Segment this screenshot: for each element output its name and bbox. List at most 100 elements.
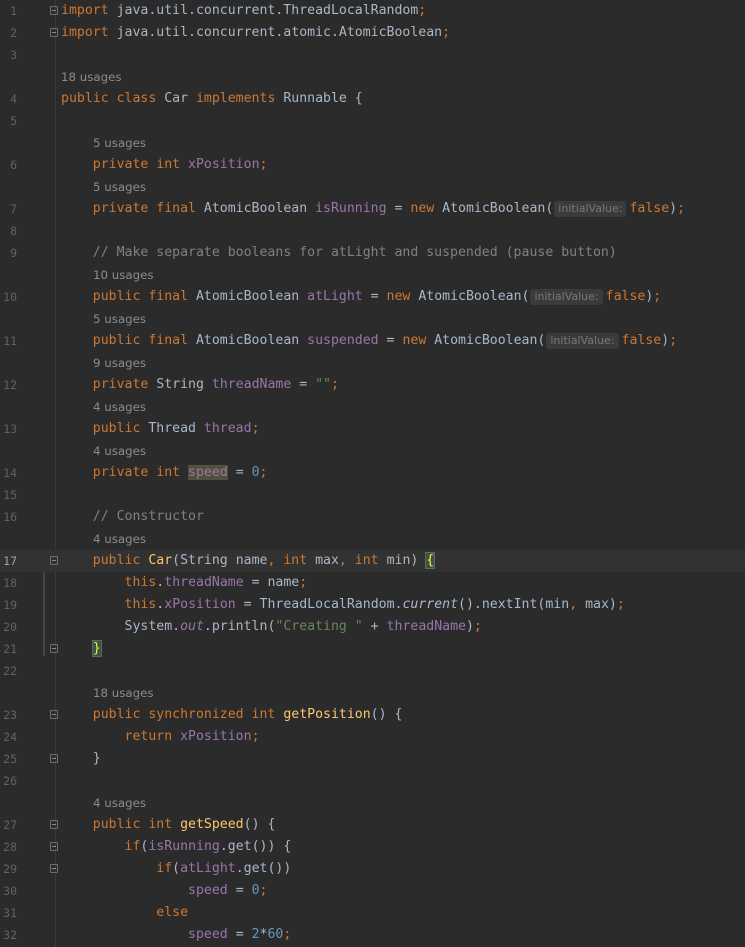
code-editor[interactable]: 1 import java.util.concurrent.ThreadLocal… [0,0,745,947]
code-line[interactable]: 7 private final AtomicBoolean isRunning … [0,198,745,220]
code-text[interactable]: speed = 2*60; [61,924,291,946]
code-line[interactable]: 31 else [0,902,745,924]
fold-marker-icon[interactable] [50,6,58,15]
code-line[interactable]: 25 } [0,748,745,770]
line-number: 29 [3,862,17,876]
fold-marker-icon[interactable] [50,644,58,653]
code-line[interactable]: 14 private int speed = 0; [0,462,745,484]
code-line[interactable]: 24 return xPosition; [0,726,745,748]
usages-link[interactable]: 9 usages [93,352,146,374]
code-line[interactable]: 28 if(isRunning.get()) { [0,836,745,858]
usages-link[interactable]: 5 usages [93,308,146,330]
usages-link[interactable]: 4 usages [93,440,146,462]
usages-link[interactable]: 10 usages [93,264,154,286]
code-line[interactable]: 22 [0,660,745,682]
usages-hint[interactable]: 5 usages [0,308,745,330]
code-line[interactable]: 6 private int xPosition; [0,154,745,176]
code-line[interactable]: 18 this.threadName = name; [0,572,745,594]
usages-link[interactable]: 4 usages [93,792,146,814]
code-line[interactable]: 4 public class Car implements Runnable { [0,88,745,110]
code-line[interactable]: 1 import java.util.concurrent.ThreadLocal… [0,0,745,22]
code-line[interactable]: 16 // Constructor [0,506,745,528]
fold-marker-icon[interactable] [50,28,58,37]
fold-marker-icon[interactable] [50,864,58,873]
fold-marker-icon[interactable] [50,556,58,565]
code-text[interactable]: public final AtomicBoolean suspended = n… [61,330,677,352]
fold-marker-icon[interactable] [50,710,58,719]
code-line[interactable]: 2 import java.util.concurrent.atomic.Atom… [0,22,745,44]
usages-hint[interactable]: 10 usages [0,264,745,286]
code-text[interactable]: if(isRunning.get()) { [61,836,292,858]
line-number: 10 [3,290,17,304]
code-line[interactable]: 15 [0,484,745,506]
usages-hint[interactable]: 5 usages [0,176,745,198]
code-text[interactable]: } [61,748,101,770]
code-text[interactable]: public Car(String name, int max, int min… [61,550,436,572]
code-line[interactable]: 5 [0,110,745,132]
code-token: import [61,3,109,18]
fold-marker-icon[interactable] [50,842,58,851]
usages-hint[interactable]: 9 usages [0,352,745,374]
code-text[interactable]: speed = 0; [61,880,267,902]
code-text[interactable]: private final AtomicBoolean isRunning = … [61,198,685,220]
usages-hint[interactable]: 4 usages [0,396,745,418]
code-text[interactable]: private String threadName = ""; [61,374,339,396]
code-text[interactable]: private int xPosition; [61,154,268,176]
code-line[interactable]: 9 // Make separate booleans for atLight … [0,242,745,264]
fold-marker-icon[interactable] [50,754,58,763]
code-line[interactable]: 26 [0,770,745,792]
usages-link[interactable]: 5 usages [93,176,146,198]
code-text[interactable]: } [61,638,102,660]
code-text[interactable]: public synchronized int getPosition() { [61,704,403,726]
code-token: ) [661,333,670,348]
fold-marker-icon[interactable] [50,820,58,829]
usages-hint[interactable]: 5 usages [0,132,745,154]
usages-hint[interactable]: 4 usages [0,440,745,462]
usages-hint[interactable]: 18 usages [0,66,745,88]
code-text[interactable]: import java.util.concurrent.ThreadLocalR… [61,0,426,22]
usages-hint[interactable]: 18 usages [0,682,745,704]
code-text[interactable]: System.out.println("Creating " + threadN… [61,616,482,638]
usages-link[interactable]: 18 usages [93,682,154,704]
code-text[interactable]: public final AtomicBoolean atLight = new… [61,286,661,308]
usages-link[interactable]: 5 usages [93,132,146,154]
code-line[interactable]: 19 this.xPosition = ThreadLocalRandom.cu… [0,594,745,616]
code-text[interactable]: import java.util.concurrent.atomic.Atomi… [61,22,450,44]
code-text[interactable]: if(atLight.get()) [61,858,291,880]
code-token: Car [164,91,196,106]
code-line[interactable]: 21 } [0,638,745,660]
code-line[interactable]: 20 System.out.println("Creating " + thre… [0,616,745,638]
code-line[interactable]: 8 [0,220,745,242]
code-text[interactable]: public class Car implements Runnable { [61,88,363,110]
usages-link[interactable]: 4 usages [93,396,146,418]
code-line[interactable]: 17 public Car(String name, int max, int … [0,550,745,572]
code-text[interactable]: public int getSpeed() { [61,814,276,836]
usages-link[interactable]: 18 usages [61,66,122,88]
line-number: 6 [10,158,17,172]
code-line[interactable]: 12 private String threadName = ""; [0,374,745,396]
code-text[interactable]: this.xPosition = ThreadLocalRandom.curre… [61,594,625,616]
code-text[interactable]: return xPosition; [61,726,260,748]
code-line[interactable]: 11 public final AtomicBoolean suspended … [0,330,745,352]
code-line[interactable]: 29 if(atLight.get()) [0,858,745,880]
usages-hint[interactable]: 4 usages [0,792,745,814]
code-text[interactable]: private int speed = 0; [61,462,267,484]
usages-hint[interactable]: 4 usages [0,528,745,550]
code-text[interactable]: public Thread thread; [61,418,260,440]
code-line[interactable]: 3 [0,44,745,66]
code-line[interactable]: 23 public synchronized int getPosition()… [0,704,745,726]
line-number: 15 [3,488,17,502]
code-line[interactable]: 30 speed = 0; [0,880,745,902]
code-line[interactable]: 13 public Thread thread; [0,418,745,440]
code-lines[interactable]: 1 import java.util.concurrent.ThreadLocal… [0,0,745,946]
code-line[interactable]: 10 public final AtomicBoolean atLight = … [0,286,745,308]
code-text[interactable]: this.threadName = name; [61,572,308,594]
code-line[interactable]: 32 speed = 2*60; [0,924,745,946]
code-text[interactable]: else [61,902,188,924]
code-line[interactable]: 27 public int getSpeed() { [0,814,745,836]
code-text[interactable]: // Constructor [61,506,204,528]
usages-link[interactable]: 4 usages [93,528,146,550]
code-text[interactable]: // Make separate booleans for atLight an… [61,242,617,264]
